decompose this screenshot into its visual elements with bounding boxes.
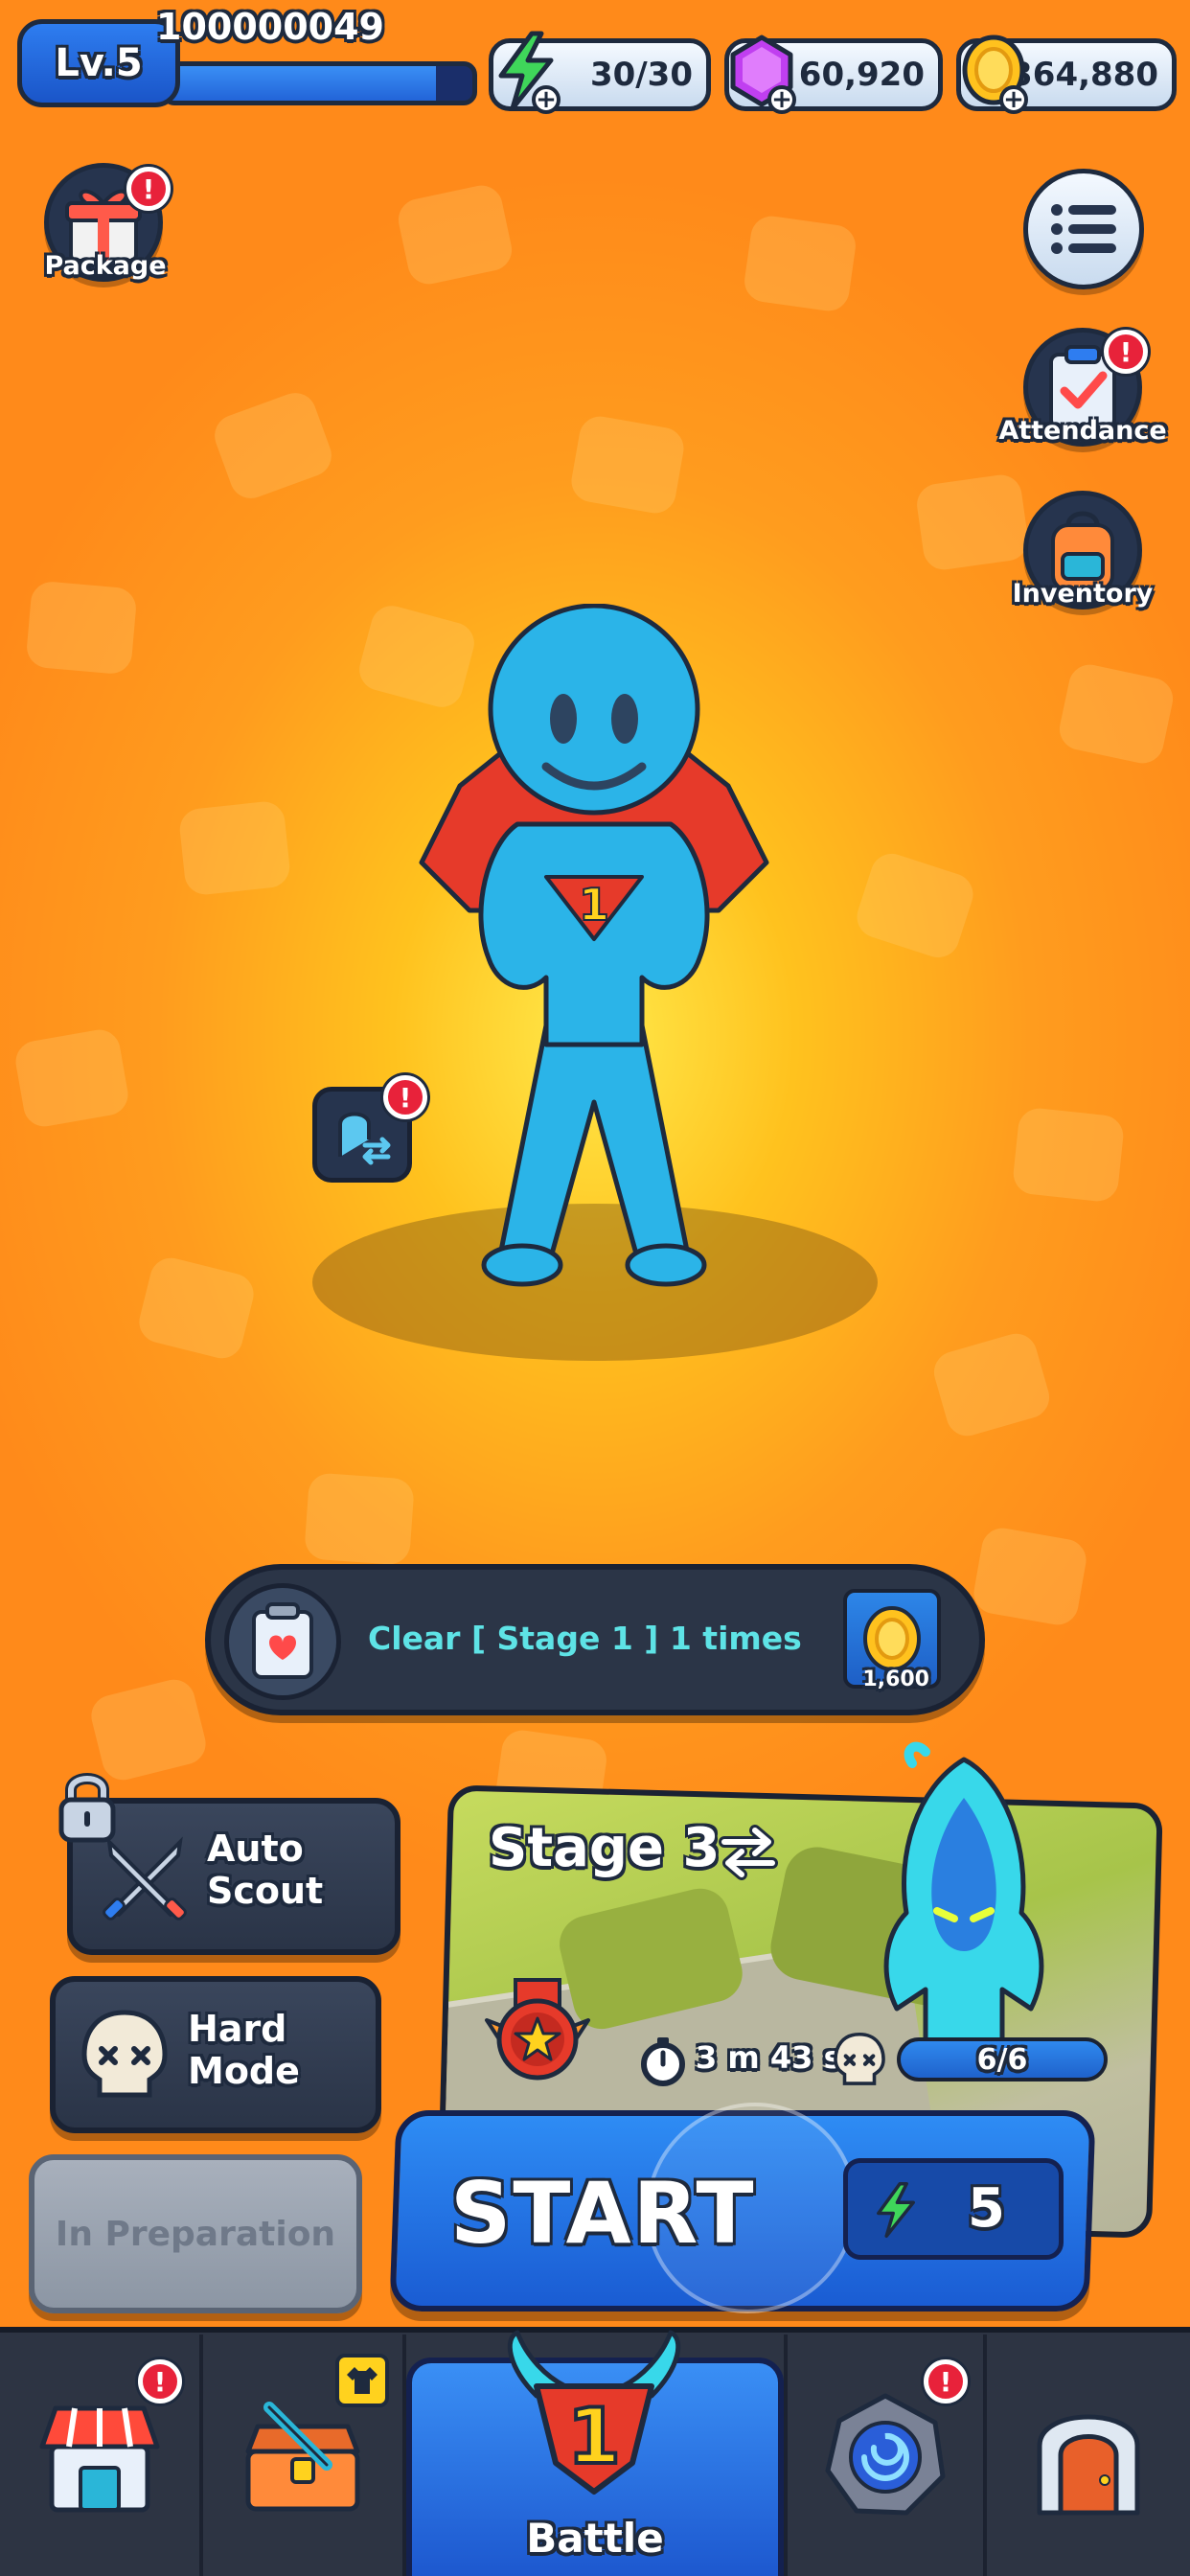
bg-pattern <box>742 213 858 314</box>
start-label: START <box>450 2164 756 2263</box>
bg-pattern <box>25 580 138 676</box>
swap-character-icon <box>338 1112 391 1165</box>
stage-title: Stage 3 <box>489 1817 721 1879</box>
coin-value: 364,880 <box>1010 56 1158 94</box>
energy-counter[interactable]: + 30/30 <box>489 31 711 114</box>
new-item-badge <box>335 2354 389 2407</box>
energy-value: 30/30 <box>589 56 693 94</box>
in-preparation-button: In Preparation <box>29 2154 362 2313</box>
bg-pattern <box>86 1675 211 1784</box>
skull-icon <box>81 2010 168 2098</box>
hard-mode-button[interactable]: Hard Mode <box>50 1976 381 2133</box>
bg-pattern <box>914 472 1031 573</box>
quest-reward-value: 1,600 <box>862 1668 929 1691</box>
bg-pattern <box>1011 1106 1126 1204</box>
start-cost-box <box>843 2158 1064 2260</box>
attendance-alert-badge: ! <box>1104 330 1148 374</box>
xp-progress-fill <box>166 66 436 101</box>
chest-emblem-number: 1 <box>579 879 609 931</box>
player-id: 100000049 <box>156 6 384 48</box>
stage-timer: 3 m 43 s <box>696 2039 842 2076</box>
quest-icon-holder <box>224 1583 341 1700</box>
bg-pattern <box>134 1254 259 1363</box>
bg-pattern <box>568 413 687 517</box>
quest-description: Clear [ Stage 1 ] 1 times <box>368 1620 802 1657</box>
bg-pattern <box>928 1328 1055 1441</box>
package-label: Package <box>44 251 167 281</box>
portal-alert-badge: ! <box>924 2359 968 2404</box>
bg-pattern <box>851 848 979 963</box>
hero-character[interactable]: 1 <box>402 604 786 1294</box>
add-energy-icon: + <box>532 85 561 114</box>
shop-alert-badge: ! <box>138 2359 182 2404</box>
quest-clipboard-icon <box>252 1602 313 1679</box>
shop-icon <box>39 2405 160 2513</box>
add-coins-icon: + <box>999 85 1028 114</box>
lock-icon <box>58 1773 116 1843</box>
list-menu-icon <box>1051 204 1116 254</box>
gem-value: 60,920 <box>798 56 925 94</box>
bg-pattern <box>303 1472 416 1566</box>
treasure-chest-icon <box>245 2402 360 2512</box>
energy-cost-icon <box>877 2181 915 2239</box>
gem-counter[interactable]: + 60,920 <box>724 34 943 114</box>
stage-medal-icon <box>485 1978 590 2081</box>
nav-tab-dungeon[interactable] <box>987 2334 1190 2576</box>
bg-pattern <box>177 799 292 897</box>
package-alert-badge: ! <box>126 167 171 211</box>
hard-mode-label: Hard Mode <box>188 2008 300 2092</box>
start-energy-cost: 5 <box>968 2177 1005 2240</box>
xp-progress-bar <box>161 61 477 105</box>
stopwatch-icon <box>641 2037 685 2086</box>
bg-pattern <box>12 1026 131 1130</box>
shirt-icon <box>347 2367 378 2394</box>
battle-trophy-icon: 1 <box>507 2330 681 2495</box>
character-alert-badge: ! <box>383 1075 427 1119</box>
coin-reward-icon <box>863 1606 921 1671</box>
bg-pattern <box>1055 660 1178 768</box>
portal-orb-icon <box>825 2393 946 2516</box>
add-gems-icon: + <box>767 85 796 114</box>
nav-battle-label: Battle <box>526 2515 664 2562</box>
svg-text:1: 1 <box>567 2392 621 2481</box>
coin-counter[interactable]: + 364,880 <box>956 34 1177 114</box>
attendance-label: Attendance <box>998 416 1167 446</box>
swap-stage-icon[interactable] <box>717 1823 780 1880</box>
bg-pattern <box>971 1525 1089 1628</box>
bg-pattern <box>208 386 338 505</box>
inventory-label: Inventory <box>1012 579 1154 609</box>
auto-scout-label: Auto Scout <box>207 1828 324 1912</box>
enemy-skull-icon <box>834 2032 885 2085</box>
dungeon-door-icon <box>1037 2414 1140 2516</box>
main-menu-button[interactable] <box>1023 169 1144 289</box>
quest-panel[interactable]: Clear [ Stage 1 ] 1 times 1,600 <box>205 1564 985 1715</box>
stage-progress-bar: 6/6 <box>897 2037 1108 2082</box>
bg-pattern <box>394 181 516 288</box>
